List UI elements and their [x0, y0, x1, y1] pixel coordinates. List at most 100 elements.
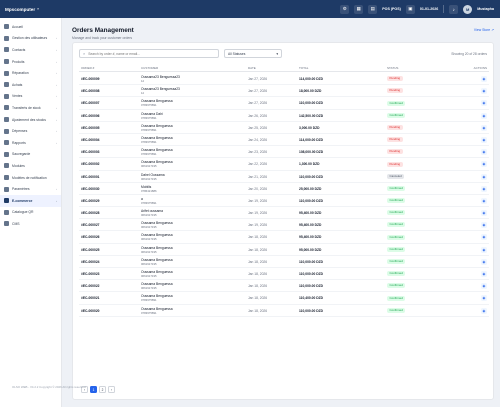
order-number[interactable]: #EC-000002 — [81, 162, 100, 166]
sidebar-item[interactable]: E-commerce › — [0, 194, 61, 207]
table-row[interactable]: #EC-000022 Oussama Benguessa 0661917195 Jan… — [79, 280, 489, 293]
table-row[interactable]: #EC-000025 Oussama Benguessa 0661917195 Jan… — [79, 244, 489, 256]
order-number[interactable]: #EC-000003 — [81, 150, 100, 154]
sidebar-item[interactable]: Produits › — [0, 56, 61, 68]
view-order-icon[interactable]: ◉ — [481, 161, 487, 168]
pos-button[interactable]: POS (POS) — [382, 7, 401, 11]
table-row[interactable]: #EC-000006 Oussama Dahi 0783975891 Jan 26, … — [79, 110, 489, 122]
search-input[interactable] — [88, 51, 209, 56]
table-row[interactable]: #EC-000020 Oussama Benguessa 0783975891 Jan… — [79, 305, 489, 317]
table-row[interactable]: #EC-000027 Oussama Benguessa 0661917195 Jan… — [79, 219, 489, 232]
sidebar-item[interactable]: Rapports › — [0, 137, 61, 149]
bell-icon[interactable]: ♪ — [449, 4, 459, 14]
search-box[interactable]: ⌕ — [79, 49, 219, 58]
order-number[interactable]: #EC-000004 — [81, 138, 100, 142]
order-number[interactable]: #EC-000022 — [81, 284, 100, 288]
order-number[interactable]: #EC-000025 — [81, 248, 100, 252]
table-row[interactable]: #EC-000028 Arifet oussama 0661917195 Jan 19… — [79, 207, 489, 220]
table-row[interactable]: #EC-000009 Oussama23 Benguessa23 12 Jan 27,… — [79, 73, 489, 86]
sidebar-item[interactable]: Réparation › — [0, 67, 61, 79]
pos-icon[interactable]: ▤ — [368, 4, 378, 14]
sidebar-item[interactable]: Ajustement des stocks › — [0, 114, 61, 126]
page-2-button[interactable]: 2 — [99, 386, 106, 393]
table-row[interactable]: #EC-000026 Oussama Benguessa 0661917195 Jan… — [79, 231, 489, 244]
table-row[interactable]: #EC-000024 Oussama Benguessa 0661917195 Jan… — [79, 256, 489, 268]
table-row[interactable]: #EC-000030 Mobilis 0786421886 Jan 20, 2026 2… — [79, 183, 489, 195]
sidebar-item[interactable]: Dépenses › — [0, 125, 61, 137]
view-order-icon[interactable]: ◉ — [481, 258, 487, 265]
order-number[interactable]: #EC-000006 — [81, 114, 100, 118]
view-order-icon[interactable]: ◉ — [481, 76, 487, 82]
view-order-icon[interactable]: ◉ — [481, 112, 487, 119]
table-row[interactable]: #EC-000023 Oussama Benguessa 0661917195 Jan… — [79, 268, 489, 281]
view-store-label: View Store — [473, 28, 491, 32]
table-row[interactable]: #EC-000001 Dahel Oussama 0661917195 Jan 21,… — [79, 171, 489, 183]
view-order-icon[interactable]: ◉ — [481, 185, 487, 192]
table-row[interactable]: #EC-000029 a 0783975891 Jan 19, 2026 110,000… — [79, 195, 489, 208]
order-number[interactable]: #EC-000029 — [81, 199, 100, 203]
view-order-icon[interactable]: ◉ — [481, 210, 487, 217]
sidebar-item[interactable]: Ventes › — [0, 91, 61, 103]
order-total: 25,000.00 DZD — [299, 186, 322, 191]
settings-icon[interactable]: ⚙ — [340, 4, 350, 14]
table-row[interactable]: #EC-000003 Oussama Benguessa 0783975891 Jan… — [79, 146, 489, 159]
status-filter-select[interactable]: All Statuses ▾ — [224, 49, 282, 58]
order-number[interactable]: #EC-000027 — [81, 223, 100, 227]
chevron-double-right-icon[interactable]: » — [37, 7, 39, 11]
sidebar-item[interactable]: Modèles de notification — [0, 172, 61, 184]
view-order-icon[interactable]: ◉ — [481, 234, 487, 241]
table-row[interactable]: #EC-000002 Oussama Benguessa 0661917195 Jan… — [79, 158, 489, 171]
order-total: 95,400.00 DZD — [299, 235, 322, 240]
table-row[interactable]: #EC-000007 Oussama Benguessa 0783975891 Jan… — [79, 97, 489, 110]
sidebar-item[interactable]: Paramètres › — [0, 183, 61, 195]
sidebar-item[interactable]: Contacts › — [0, 44, 61, 56]
sidebar-item[interactable]: CMS — [0, 218, 61, 230]
table-row[interactable]: #EC-000004 Oussama Benguessa 0783975891 Jan… — [79, 134, 489, 147]
view-store-link[interactable]: View Store ↗ — [474, 28, 494, 32]
customer-phone: 0661917195 — [141, 176, 157, 181]
table-row[interactable]: #EC-000005 Oussama Benguessa 0783975891 Jan… — [79, 122, 489, 134]
view-order-icon[interactable]: ◉ — [481, 246, 487, 253]
next-page-button[interactable]: › — [108, 386, 115, 393]
user-name[interactable]: Mustapha — [477, 7, 494, 11]
view-order-icon[interactable]: ◉ — [481, 173, 487, 180]
order-number[interactable]: #EC-000007 — [81, 101, 100, 105]
view-order-icon[interactable]: ◉ — [481, 197, 487, 204]
sidebar-item[interactable]: Gestion des utilisateurs › — [0, 33, 61, 45]
sidebar-item[interactable]: Modules — [0, 160, 61, 172]
order-number[interactable]: #EC-000005 — [81, 126, 100, 130]
order-number[interactable]: #EC-000021 — [81, 296, 100, 300]
page-1-button[interactable]: 1 — [90, 386, 97, 393]
sidebar-item[interactable]: Sauvegarde — [0, 149, 61, 161]
calendar-icon[interactable]: ▣ — [405, 4, 415, 14]
order-number[interactable]: #EC-000001 — [81, 175, 100, 179]
order-number[interactable]: #EC-000030 — [81, 187, 100, 191]
view-order-icon[interactable]: ◉ — [481, 222, 487, 229]
avatar[interactable]: M — [463, 4, 473, 14]
view-order-icon[interactable]: ◉ — [481, 295, 487, 302]
view-order-icon[interactable]: ◉ — [481, 271, 487, 277]
order-number[interactable]: #EC-000008 — [81, 89, 100, 93]
order-number[interactable]: #EC-000026 — [81, 235, 100, 239]
grid-icon[interactable]: ▦ — [354, 4, 364, 14]
view-order-icon[interactable]: ◉ — [481, 307, 487, 314]
view-order-icon[interactable]: ◉ — [481, 100, 487, 107]
customer-cell: Oussama Benguessa 0661917195 — [141, 160, 173, 168]
order-number[interactable]: #EC-000024 — [81, 260, 100, 264]
order-number[interactable]: #EC-000028 — [81, 211, 100, 215]
brand[interactable]: Mpscomputer » — [0, 7, 62, 12]
table-row[interactable]: #EC-000008 Oussama23 Benguessa23 12 Jan 27,… — [79, 85, 489, 98]
sidebar-item[interactable]: Achats › — [0, 79, 61, 91]
view-order-icon[interactable]: ◉ — [481, 136, 487, 143]
view-order-icon[interactable]: ◉ — [481, 149, 487, 156]
order-number[interactable]: #EC-000009 — [81, 77, 100, 81]
view-order-icon[interactable]: ◉ — [481, 124, 487, 131]
order-number[interactable]: #EC-000020 — [81, 309, 100, 313]
table-row[interactable]: #EC-000021 Oussama Benguessa 0783975891 Jan… — [79, 292, 489, 305]
view-order-icon[interactable]: ◉ — [481, 283, 487, 290]
sidebar-item[interactable]: Transferts de stock › — [0, 102, 61, 114]
view-order-icon[interactable]: ◉ — [481, 88, 487, 95]
sidebar-item[interactable]: Catalogue QR — [0, 207, 61, 219]
sidebar-item[interactable]: Accueil — [0, 21, 61, 33]
order-number[interactable]: #EC-000023 — [81, 272, 100, 276]
